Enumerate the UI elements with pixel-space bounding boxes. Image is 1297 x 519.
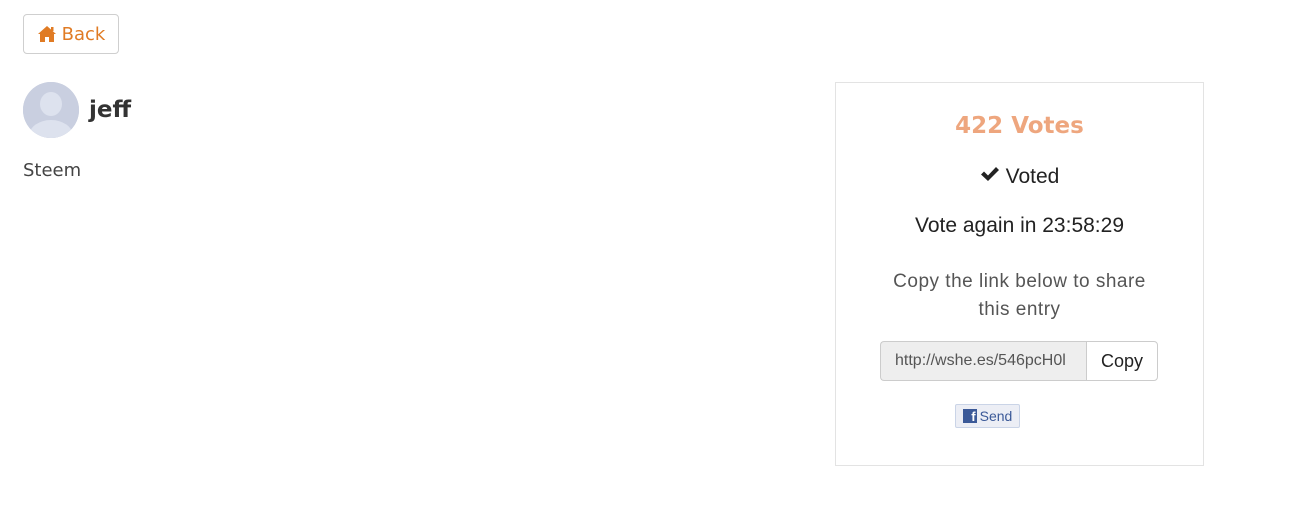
voted-label: Voted	[1005, 165, 1060, 188]
facebook-send-button[interactable]: f Send	[955, 404, 1020, 428]
share-link-input[interactable]	[880, 341, 1086, 381]
share-link-group: Copy	[880, 341, 1158, 381]
facebook-icon: f	[962, 409, 977, 423]
share-instructions: Copy the link below to share this entry	[893, 271, 1146, 320]
back-button-label: Back	[61, 23, 106, 45]
vote-card: 422 Votes Voted Vote again in 23:58:29 C…	[835, 82, 1204, 466]
default-user-avatar-icon	[23, 82, 79, 138]
username: jeff	[89, 97, 132, 123]
votes-count: 422 Votes	[955, 113, 1084, 139]
facebook-send-label: Send	[979, 408, 1013, 424]
copy-link-button[interactable]: Copy	[1086, 341, 1158, 381]
vote-countdown: Vote again in 23:58:29	[914, 214, 1124, 237]
checkmark-icon	[980, 165, 1000, 189]
entry-category: Steem	[23, 160, 82, 181]
entry-page: Back jeff Steem 422 Votes Voted Vote aga…	[0, 0, 1297, 519]
home-icon	[37, 25, 57, 43]
entry-author: jeff	[23, 82, 131, 138]
voted-status: Voted	[836, 165, 1203, 189]
back-button[interactable]: Back	[23, 14, 119, 54]
